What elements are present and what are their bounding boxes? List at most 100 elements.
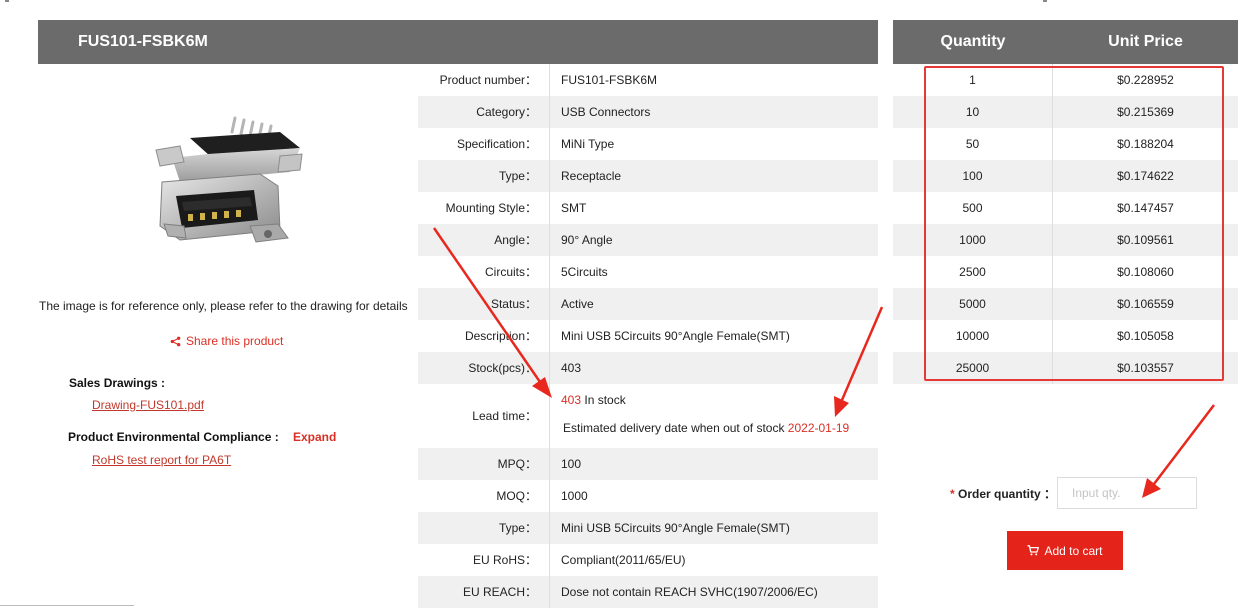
spec-row: Angle： 90° Angle <box>418 224 878 256</box>
price-value: $0.103557 <box>1117 361 1174 375</box>
price-row: 1000 $0.109561 <box>893 224 1238 256</box>
lead-time-value: 403 In stock Estimated delivery date whe… <box>549 384 878 448</box>
spec-label: MPQ： <box>497 457 537 471</box>
price-value: $0.108060 <box>1117 265 1174 279</box>
spec-label: EU RoHS： <box>472 553 537 567</box>
spec-value: SMT <box>549 192 878 224</box>
spec-value: Mini USB 5Circuits 90°Angle Female(SMT) <box>549 512 878 544</box>
price-value: $0.188204 <box>1117 137 1174 151</box>
price-qty: 5000 <box>893 288 1053 320</box>
spec-label: Specification： <box>456 137 537 151</box>
drawing-pdf-link[interactable]: Drawing-FUS101.pdf <box>92 398 204 412</box>
unit-price-header: Unit Price <box>1108 33 1183 50</box>
price-qty: 25000 <box>893 352 1053 384</box>
lead-time-row: Lead time： 403 In stock Estimated delive… <box>418 384 878 448</box>
spec-row: EU RoHS： Compliant(2011/65/EU) <box>418 544 878 576</box>
price-table: 1 $0.228952 10 $0.215369 50 $0.188204 100 $0… <box>893 64 1238 384</box>
price-row: 2500 $0.108060 <box>893 256 1238 288</box>
spec-value: 403 <box>549 352 878 384</box>
top-mark-left <box>5 0 9 2</box>
price-value: $0.228952 <box>1117 73 1174 87</box>
spec-row: EU REACH： Dose not contain REACH SVHC(190… <box>418 576 878 608</box>
spec-row: Product number： FUS101-FSBK6M <box>418 64 878 96</box>
order-quantity-text: Order quantity ： <box>954 487 1057 501</box>
cart-icon <box>1027 545 1040 556</box>
price-qty: 10000 <box>893 320 1053 352</box>
spec-value: Mini USB 5Circuits 90°Angle Female(SMT) <box>549 320 878 352</box>
spec-label: MOQ： <box>496 489 537 503</box>
price-row: 10 $0.215369 <box>893 96 1238 128</box>
divider-line <box>0 605 134 606</box>
price-table-header: Quantity Unit Price <box>893 20 1238 64</box>
spec-value: MiNi Type <box>549 128 878 160</box>
image-disclaimer: The image is for reference only, please … <box>39 299 408 313</box>
spec-label: Mounting Style： <box>445 201 537 215</box>
share-product-link[interactable]: Share this product <box>170 334 283 348</box>
price-qty: 100 <box>893 160 1053 192</box>
price-qty: 1000 <box>893 224 1053 256</box>
price-row: 50 $0.188204 <box>893 128 1238 160</box>
top-mark-right <box>1043 0 1047 2</box>
sales-drawings-label: Sales Drawings : <box>69 376 166 390</box>
share-icon <box>170 336 181 346</box>
spec-label: Type： <box>498 521 537 535</box>
spec-row: Mounting Style： SMT <box>418 192 878 224</box>
spec-value: 100 <box>549 448 878 480</box>
add-to-cart-label: Add to cart <box>1044 543 1103 558</box>
expand-compliance-button[interactable]: Expand <box>293 430 336 444</box>
spec-row: Type： Receptacle <box>418 160 878 192</box>
price-row: 500 $0.147457 <box>893 192 1238 224</box>
price-row: 10000 $0.105058 <box>893 320 1238 352</box>
spec-label: Angle： <box>494 233 537 247</box>
price-row: 100 $0.174622 <box>893 160 1238 192</box>
price-qty: 500 <box>893 192 1053 224</box>
add-to-cart-button[interactable]: Add to cart <box>1007 531 1123 570</box>
spec-row: Specification： MiNi Type <box>418 128 878 160</box>
product-title-bar: FUS101-FSBK6M <box>38 20 878 64</box>
spec-label: Status： <box>490 297 537 311</box>
spec-value: USB Connectors <box>549 96 878 128</box>
spec-value: Active <box>549 288 878 320</box>
share-label: Share this product <box>186 334 284 348</box>
spec-value: 5Circuits <box>549 256 878 288</box>
spec-row: Stock(pcs)： 403 <box>418 352 878 384</box>
spec-value: 90° Angle <box>549 224 878 256</box>
spec-table: Product number： FUS101-FSBK6M Category： US… <box>418 64 878 608</box>
spec-value: Dose not contain REACH SVHC(1907/2006/EC… <box>549 576 878 608</box>
spec-value: FUS101-FSBK6M <box>549 64 878 96</box>
stock-text: In stock <box>581 393 626 407</box>
lead-time-label: Lead time： <box>472 409 537 423</box>
spec-label: Description： <box>464 329 537 343</box>
price-value: $0.147457 <box>1117 201 1174 215</box>
compliance-label: Product Environmental Compliance : <box>68 430 279 444</box>
spec-row: Type： Mini USB 5Circuits 90°Angle Female(… <box>418 512 878 544</box>
price-value: $0.106559 <box>1117 297 1174 311</box>
price-value: $0.174622 <box>1117 169 1174 183</box>
eta-text: Estimated delivery date when out of stoc… <box>563 421 788 435</box>
spec-row: Category： USB Connectors <box>418 96 878 128</box>
stock-status: 403 In stock <box>561 393 878 407</box>
spec-value: Receptacle <box>549 160 878 192</box>
spec-label: Type： <box>498 169 537 183</box>
spec-label: EU REACH： <box>462 585 537 599</box>
price-value: $0.105058 <box>1117 329 1174 343</box>
rohs-report-link[interactable]: RoHS test report for PA6T <box>92 453 231 467</box>
eta-line: Estimated delivery date when out of stoc… <box>561 421 878 435</box>
order-quantity-label: * Order quantity ： <box>950 485 1056 502</box>
spec-row: MOQ： 1000 <box>418 480 878 512</box>
quantity-header: Quantity <box>940 33 1006 50</box>
spec-label: Stock(pcs)： <box>468 361 537 375</box>
price-qty: 10 <box>893 96 1053 128</box>
spec-row: MPQ： 100 <box>418 448 878 480</box>
spec-row: Circuits： 5Circuits <box>418 256 878 288</box>
product-title: FUS101-FSBK6M <box>78 33 208 50</box>
eta-date: 2022-01-19 <box>787 421 850 435</box>
spec-value: Compliant(2011/65/EU) <box>549 544 878 576</box>
spec-row: Description： Mini USB 5Circuits 90°Angle … <box>418 320 878 352</box>
spec-label: Product number： <box>439 73 537 87</box>
price-qty: 1 <box>893 64 1053 96</box>
quantity-input[interactable] <box>1057 477 1197 509</box>
spec-row: Status： Active <box>418 288 878 320</box>
price-value: $0.109561 <box>1117 233 1174 247</box>
price-row: 5000 $0.106559 <box>893 288 1238 320</box>
